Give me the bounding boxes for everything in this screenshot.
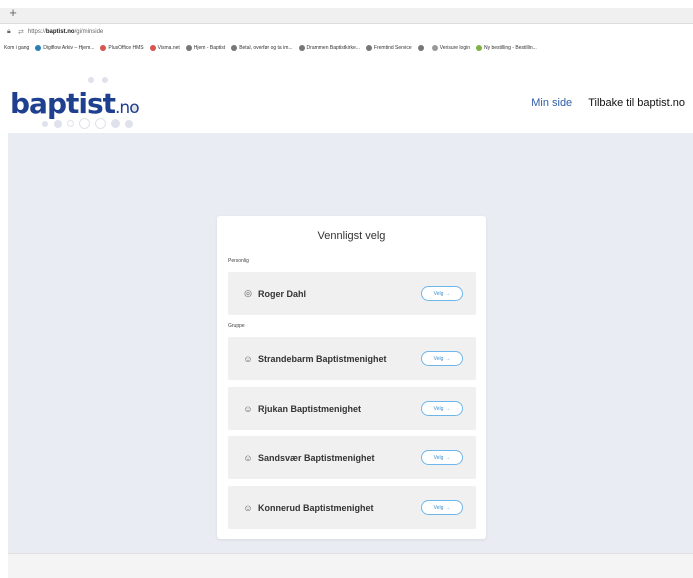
logo-dot <box>111 119 120 128</box>
velg-button[interactable]: Velg → <box>421 401 463 416</box>
group-icon: ☺ <box>243 353 253 364</box>
selection-card: Vennligst velg Personlig ◎ Roger Dahl Ve… <box>217 216 486 539</box>
group-icon: ☺ <box>243 403 253 414</box>
logo-dot <box>125 120 133 128</box>
verisure-icon <box>431 45 438 51</box>
velg-button[interactable]: Velg → <box>421 286 463 301</box>
baptist-logo[interactable]: baptist.no <box>10 69 150 129</box>
group-icon: ☺ <box>243 452 253 463</box>
person-row-roger-dahl[interactable]: ◎ Roger Dahl Velg → <box>228 272 476 315</box>
new-tab-button[interactable]: + <box>6 6 20 20</box>
velg-button[interactable]: Velg → <box>421 450 463 465</box>
arrow-right-icon: → <box>445 454 451 461</box>
group-name: Sandsvær Baptistmenighet <box>258 452 375 463</box>
min-side-link[interactable]: Min side <box>531 97 572 109</box>
personal-section-label: Personlig <box>228 258 249 264</box>
back-to-baptist-link[interactable]: Tilbake til baptist.no <box>588 97 685 109</box>
arrow-right-icon: → <box>445 405 451 412</box>
bookmark-kom-i-gang[interactable]: Kom i gang <box>4 45 29 51</box>
digiflow-icon <box>35 45 42 51</box>
bookmark-digiflow[interactable]: Digiflow Arkiv – Hjem... <box>35 45 94 51</box>
person-name: Roger Dahl <box>258 288 307 299</box>
address-bar[interactable]: 🔒︎ ⇄ https://baptist.no/gi/minside <box>0 24 693 40</box>
globe-icon <box>231 45 238 51</box>
site-settings-icon[interactable]: ⇄ <box>18 28 24 36</box>
logo-dot <box>102 77 108 83</box>
lock-icon: 🔒︎ <box>7 28 11 35</box>
site-header: baptist.no Min side Tilbake til baptist.… <box>0 65 693 133</box>
page-footer <box>8 553 693 578</box>
logo-dot <box>42 121 48 127</box>
user-circle-icon: ◎ <box>244 288 252 298</box>
bookmark-hjem-baptist[interactable]: Hjem - Baptist <box>185 45 225 51</box>
top-navigation: Min side Tilbake til baptist.no <box>531 97 685 109</box>
bookmarks-bar: Kom i gang Digiflow Arkiv – Hjem... Plus… <box>0 41 693 55</box>
tab-strip <box>0 8 693 24</box>
url-text[interactable]: https://baptist.no/gi/minside <box>28 29 103 35</box>
bookmark-ny-bestilling[interactable]: Ny bestilling - Bestillin... <box>476 45 537 51</box>
velg-button[interactable]: Velg → <box>421 351 463 366</box>
browser-tab-bar: + <box>0 0 693 24</box>
bestilling-icon <box>476 45 482 51</box>
bookmark-betal[interactable]: Betal, overfør og ta im... <box>231 45 293 51</box>
logo-dot <box>54 120 62 128</box>
fremtind-icon <box>365 45 372 51</box>
bookmark-visma[interactable]: Visma.net <box>149 45 180 51</box>
group-row-sandsvaer[interactable]: ☺ Sandsvær Baptistmenighet Velg → <box>228 436 476 479</box>
bookmark-globe[interactable] <box>417 45 426 51</box>
group-name: Rjukan Baptistmenighet <box>258 403 362 414</box>
visma-icon <box>149 45 156 51</box>
group-icon: ☺ <box>243 502 253 513</box>
globe-icon <box>298 45 305 51</box>
globe-icon <box>185 45 192 51</box>
logo-wordmark: baptist.no <box>10 87 140 120</box>
plusoffice-icon <box>100 45 107 51</box>
bookmark-drammen[interactable]: Drammen Baptistkirke... <box>298 45 360 51</box>
bookmark-plusoffice[interactable]: PlusOffice HMS <box>100 45 144 51</box>
group-row-konnerud[interactable]: ☺ Konnerud Baptistmenighet Velg → <box>228 486 476 529</box>
card-title: Vennligst velg <box>317 230 386 242</box>
arrow-right-icon: → <box>445 290 451 297</box>
globe-icon <box>417 45 424 51</box>
group-name: Konnerud Baptistmenighet <box>258 502 374 513</box>
velg-button[interactable]: Velg → <box>421 500 463 515</box>
arrow-right-icon: → <box>445 355 451 362</box>
arrow-right-icon: → <box>445 504 451 511</box>
group-row-rjukan[interactable]: ☺ Rjukan Baptistmenighet Velg → <box>228 387 476 430</box>
bookmark-fremtind[interactable]: Fremtind Service <box>365 45 412 51</box>
group-row-strandebarm[interactable]: ☺ Strandebarm Baptistmenighet Velg → <box>228 337 476 380</box>
bookmark-verisure[interactable]: Verisure login <box>431 45 470 51</box>
group-name: Strandebarm Baptistmenighet <box>258 353 387 364</box>
logo-ring <box>67 120 74 127</box>
logo-dot <box>88 77 94 83</box>
group-section-label: Gruppe <box>228 323 245 329</box>
